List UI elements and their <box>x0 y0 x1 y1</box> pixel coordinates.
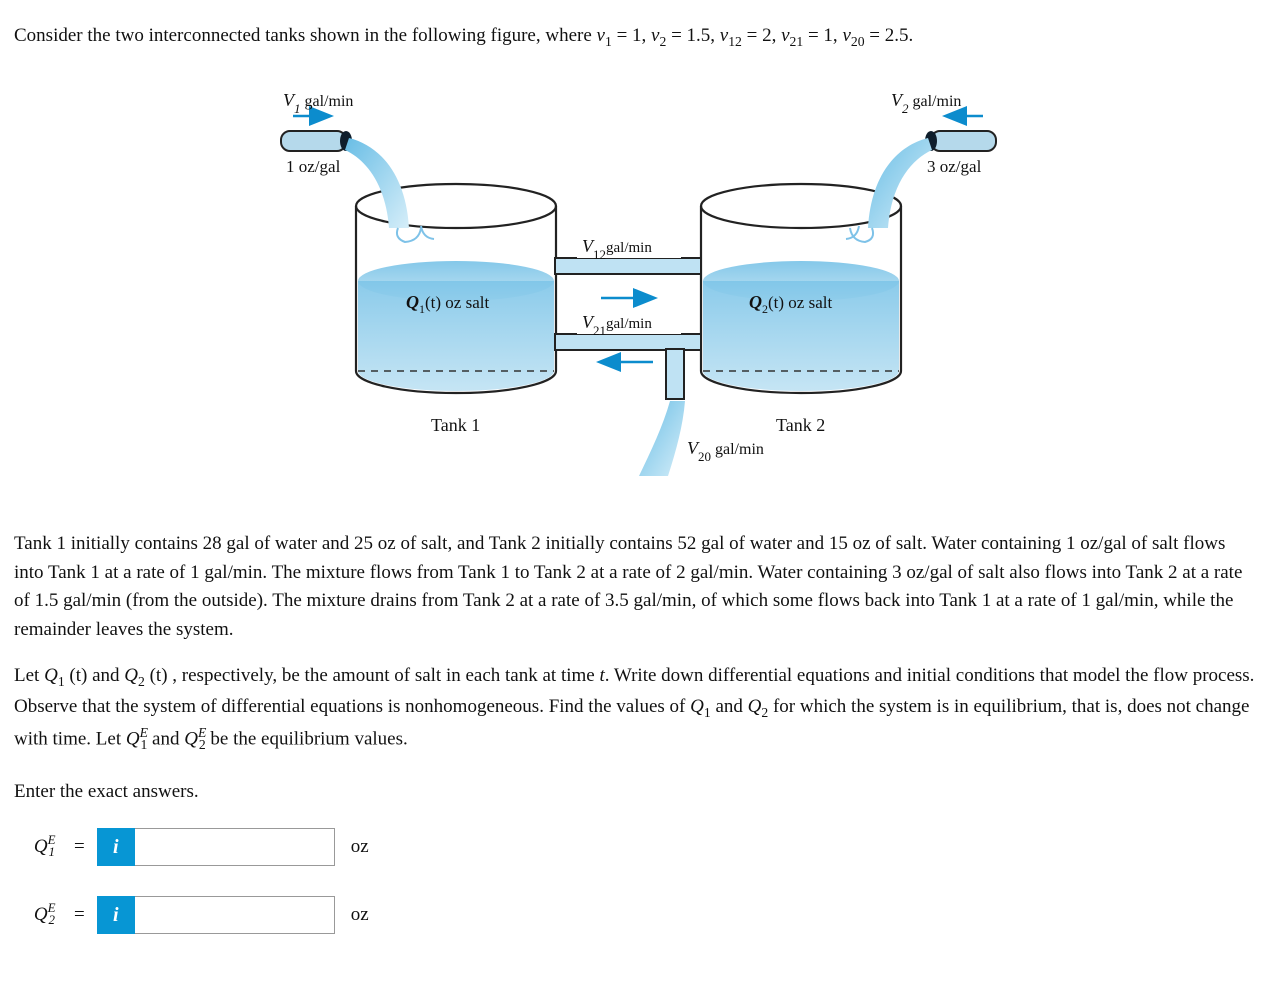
equals-1: = <box>74 836 85 858</box>
q2e-symbol: QE2 <box>14 901 62 930</box>
v21-sub: 21 <box>790 34 804 49</box>
tank2-label: Tank 2 <box>776 415 825 435</box>
conc2-label: 3 oz/gal <box>927 157 982 176</box>
let-qe2-sub: 2 <box>199 737 206 752</box>
equals-2: = <box>74 904 85 926</box>
unit-q1: oz <box>351 833 369 862</box>
v21-eq: = 1, <box>803 25 842 46</box>
v1-eq: = 1, <box>612 25 651 46</box>
pipe-v21-v20 <box>555 334 701 476</box>
v1-sub: 1 <box>605 34 612 49</box>
v1-label: V1 gal/min <box>283 90 353 116</box>
v2-label: V2 gal/min <box>891 90 961 116</box>
conc1-label: 1 oz/gal <box>286 157 341 176</box>
let-and2: and <box>715 696 747 717</box>
let-qe1-sub: 1 <box>140 737 147 752</box>
v12-eq: = 2, <box>742 25 781 46</box>
let-qv1-sub: 1 <box>704 704 711 719</box>
let-q1-arg: (t) <box>65 665 88 686</box>
let-end: be the equilibrium values. <box>210 728 407 749</box>
info-button-q1[interactable]: i <box>97 828 135 866</box>
let-and1: and <box>92 665 124 686</box>
tank-1-graphic <box>356 184 556 393</box>
v20-eq: = 2.5. <box>865 25 914 46</box>
answer-input-q2[interactable] <box>135 896 335 934</box>
q1e-symbol: QE1 <box>14 833 62 862</box>
intro-prefix: Consider the two interconnected tanks sh… <box>14 25 597 46</box>
let-qv1: Q <box>690 696 704 717</box>
let-and3: and <box>152 728 184 749</box>
v20-sub: 20 <box>851 34 865 49</box>
let-q2-arg: (t) <box>145 665 168 686</box>
let-paragraph: Let Q1 (t) and Q2 (t) , respectively, be… <box>14 662 1258 755</box>
let-qv2-sub: 2 <box>761 704 768 719</box>
paragraph-text: Tank 1 initially contains 28 gal of wate… <box>14 530 1258 644</box>
v21-symbol: v <box>781 25 789 46</box>
answer-input-q1[interactable] <box>135 828 335 866</box>
pipe-v12 <box>555 258 701 274</box>
let-qe1: Q <box>126 728 140 749</box>
let-q2: Q <box>124 665 138 686</box>
v12-symbol: v <box>720 25 728 46</box>
v2-eq: = 1.5, <box>666 25 719 46</box>
tanks-figure: V1 gal/min V2 gal/min 1 oz/gal 3 oz/gal … <box>271 76 1001 496</box>
let-q1-sub: 1 <box>58 674 65 689</box>
let-q1: Q <box>44 665 58 686</box>
enter-label: Enter the exact answers. <box>14 778 1258 807</box>
info-button-q2[interactable]: i <box>97 896 135 934</box>
unit-q2: oz <box>351 901 369 930</box>
let-qe2: Q <box>184 728 198 749</box>
v12-sub: 12 <box>728 34 742 49</box>
inlet-right <box>846 131 996 242</box>
v20-label: V20 gal/min <box>687 438 764 464</box>
answer-row-q2: QE2 = i oz <box>14 896 1258 934</box>
tank1-label: Tank 1 <box>431 415 480 435</box>
let-qv2: Q <box>748 696 762 717</box>
answer-row-q1: QE1 = i oz <box>14 828 1258 866</box>
let-prefix: Let <box>14 665 44 686</box>
v1-symbol: v <box>597 25 605 46</box>
v20-symbol: v <box>842 25 850 46</box>
intro-text: Consider the two interconnected tanks sh… <box>14 22 1258 52</box>
let-mid: , respectively, be the amount of salt in… <box>172 665 599 686</box>
let-q2-sub: 2 <box>138 674 145 689</box>
